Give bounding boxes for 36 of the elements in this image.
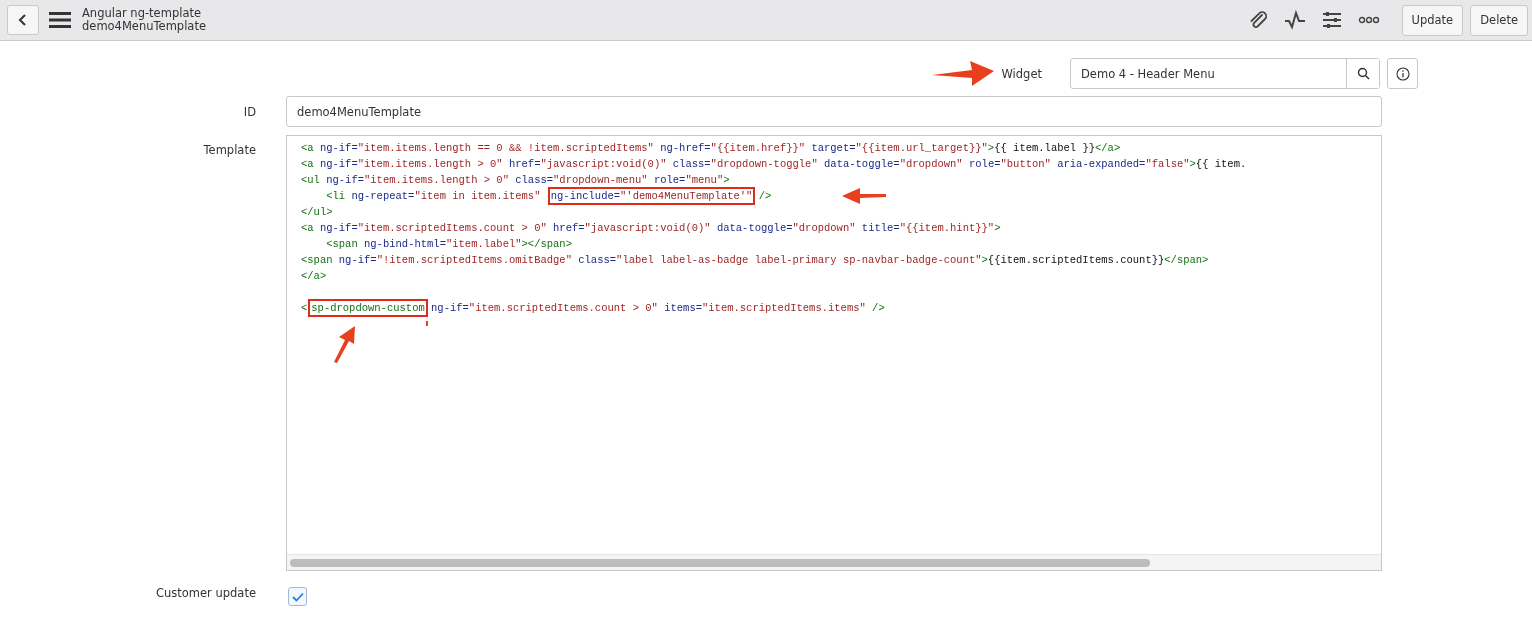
info-button[interactable] <box>1387 58 1418 89</box>
field-label: ID <box>242 104 256 119</box>
code-line: <span ng-if="!item.scriptedItems.omitBadge" class="label label-as-badge label-primary sp-navbar-badge-count">{{item.scriptedItems.count}}</span> <box>301 253 1209 268</box>
annotation-arrow <box>840 186 888 206</box>
sliders-icon[interactable] <box>1320 9 1343 31</box>
pulse-icon[interactable] <box>1283 9 1306 31</box>
code-line: <li ng-repeat="item in item.items" ng-include="'demo4MenuTemplate'" /> <box>301 188 772 204</box>
more-icon[interactable] <box>1357 16 1380 24</box>
check-icon <box>291 591 304 602</box>
code-line: <a ng-if="item.items.length > 0" href="javascript:void(0)" class="dropdown-toggle" data-toggle="dropdown" role="button" aria-expanded="false">{{ item. <box>301 157 1247 172</box>
search-button[interactable] <box>1346 59 1379 88</box>
menu-icon[interactable] <box>49 12 71 28</box>
back-button[interactable] <box>7 5 39 35</box>
record-name-title: demo4MenuTemplate <box>82 20 206 33</box>
code-line: <a ng-if="item.scriptedItems.count > 0" href="javascript:void(0)" data-toggle="dropdown" title="{{item.hint}}"> <box>301 221 1001 236</box>
code-line: < sp-dropdown-custom ng-if="item.scriptedItems.count > 0" items="item.scriptedItems.items" /> <box>301 284 885 316</box>
info-icon <box>1395 66 1410 81</box>
back-icon <box>18 13 28 27</box>
annotation-arrow <box>331 324 357 364</box>
record-type-title: Angular ng-template <box>82 7 202 20</box>
field-label: Widget <box>1001 66 1042 81</box>
code-line: </a> <box>301 269 327 284</box>
widget-field[interactable]: Demo 4 - Header Menu <box>1070 58 1380 89</box>
code-line: </ul> <box>301 205 333 220</box>
horizontal-scrollbar[interactable] <box>287 554 1381 570</box>
code-line: <span ng-bind-html="item.label"></span> <box>325 237 572 252</box>
field-label: Customer update <box>154 585 256 600</box>
field-label: Template <box>202 142 256 157</box>
id-field[interactable]: demo4MenuTemplate <box>286 96 1382 127</box>
code-line: <ul ng-if="item.items.length > 0" class="dropdown-menu" role="menu"> <box>301 173 730 188</box>
code-line: <a ng-if="item.items.length == 0 && !item.scriptedItems" ng-href="{{item.href}}" target="{{item.url_target}}">{{ item.label }}</a> <box>301 141 1121 156</box>
code-editor[interactable] <box>286 135 1382 571</box>
checkbox[interactable] <box>288 587 307 606</box>
update-button[interactable]: Update <box>1401 4 1464 36</box>
search-icon <box>1356 67 1370 80</box>
delete-button[interactable]: Delete <box>1470 4 1528 36</box>
